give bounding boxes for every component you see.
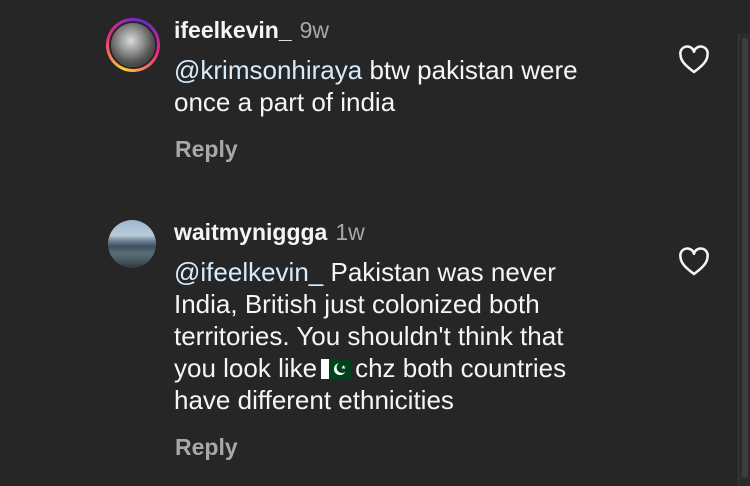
timestamp: 1w: [335, 219, 365, 245]
avatar[interactable]: [106, 18, 160, 72]
heart-outline-icon[interactable]: [677, 245, 711, 279]
reply-button[interactable]: Reply: [175, 136, 238, 163]
pakistan-flag-icon: [321, 359, 352, 379]
comment-text-line: territories. You shouldn't think that: [174, 321, 564, 351]
comment-text-line: chz both countries: [355, 353, 567, 383]
comment-text-line: have different ethnicities: [174, 385, 454, 415]
mention-link[interactable]: @krimsonhiraya: [174, 55, 362, 85]
avatar-image: [109, 21, 157, 69]
heart-outline-icon[interactable]: [677, 43, 711, 77]
comment-text-line: you look like: [174, 353, 318, 383]
comment-text-line: btw pakistan were: [369, 55, 578, 85]
comment-text: @ifeelkevin_ Pakistan was never India, B…: [174, 256, 674, 416]
comment-text-line: once a part of india: [174, 87, 396, 117]
scrollbar[interactable]: [738, 34, 750, 486]
scrollbar-thumb[interactable]: [742, 38, 748, 478]
username[interactable]: ifeelkevin_: [174, 17, 292, 43]
comment-header: waitmyniggga 1w: [174, 218, 365, 246]
reply-button[interactable]: Reply: [175, 434, 238, 461]
comment-header: ifeelkevin_ 9w: [174, 16, 329, 44]
comment-text: @krimsonhiraya btw pakistan were once a …: [174, 54, 674, 118]
comment-text-line: Pakistan was never: [330, 257, 556, 287]
avatar-image: [108, 220, 156, 268]
timestamp: 9w: [299, 17, 330, 43]
avatar[interactable]: [108, 220, 156, 268]
mention-link[interactable]: @ifeelkevin_: [174, 257, 323, 287]
username[interactable]: waitmyniggga: [174, 219, 327, 245]
comment-text-line: India, British just colonized both: [174, 289, 540, 319]
